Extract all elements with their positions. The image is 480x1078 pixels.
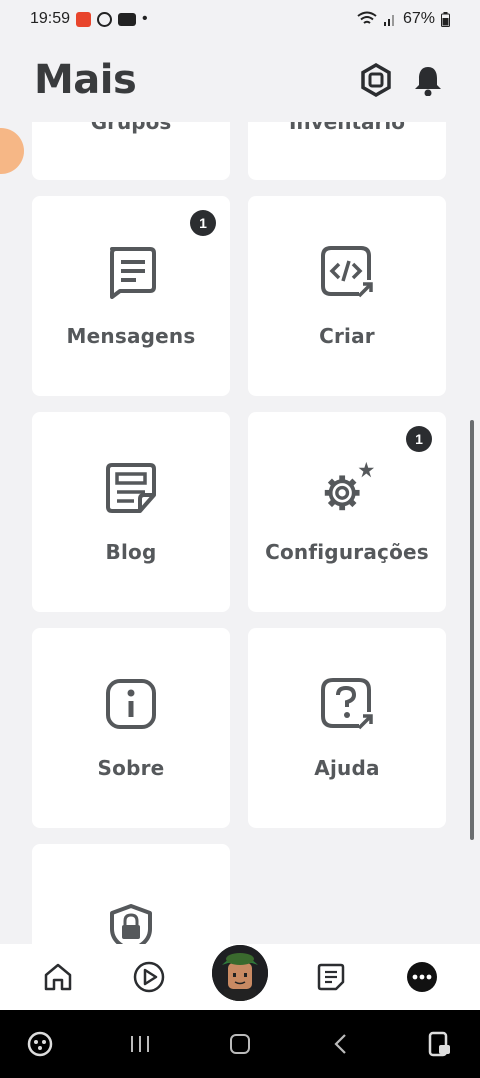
tile-settings-label: Configurações	[265, 540, 429, 564]
signal-icon	[383, 15, 394, 26]
battery-level: 67%	[402, 10, 435, 27]
gear-icon	[324, 461, 375, 511]
tile-settings[interactable]: 1 Configurações	[248, 412, 446, 612]
tile-create-label: Criar	[319, 324, 375, 348]
nav-discover[interactable]	[119, 947, 179, 1007]
lock-shield-icon	[110, 904, 152, 944]
tile-inventory-label: Inventário	[288, 122, 406, 134]
robux-button[interactable]	[358, 62, 394, 98]
notifications-button[interactable]	[410, 62, 446, 98]
whatsapp-icon	[97, 11, 113, 27]
blog-icon	[106, 463, 156, 513]
messages-icon	[110, 247, 156, 299]
bell-icon	[415, 67, 441, 96]
help-icon	[321, 678, 373, 730]
nav-feed[interactable]	[301, 947, 361, 1007]
recent-apps-button[interactable]	[118, 1022, 162, 1066]
tile-parental-controls[interactable]	[32, 844, 230, 944]
more-icon	[407, 962, 438, 992]
accessibility-button[interactable]	[418, 1022, 462, 1066]
tile-messages[interactable]: 1 Mensagens	[32, 196, 230, 396]
tile-groups-label: Grupos	[90, 122, 172, 134]
info-icon	[106, 679, 156, 729]
app-header: Mais	[0, 38, 480, 122]
code-icon	[321, 246, 373, 298]
home-square-icon	[230, 1034, 250, 1054]
home-system-button[interactable]	[218, 1022, 262, 1066]
tile-about[interactable]: Sobre	[32, 628, 230, 828]
bottom-navigation	[0, 944, 480, 1010]
more-menu-grid: Grupos Inventário 1 Mensagens Criar Blog…	[0, 122, 480, 944]
nav-avatar[interactable]	[210, 945, 270, 1007]
gamepad-icon	[27, 1031, 53, 1057]
system-navigation-bar	[0, 1010, 480, 1078]
robux-icon	[361, 63, 391, 97]
page-title: Mais	[34, 57, 137, 103]
more-notifications-dot: •	[142, 10, 148, 27]
tile-blog[interactable]: Blog	[32, 412, 230, 612]
youtube-icon	[118, 12, 137, 26]
back-button[interactable]	[318, 1022, 362, 1066]
play-icon	[133, 961, 165, 993]
wifi-icon	[357, 11, 377, 24]
home-icon	[44, 963, 71, 991]
status-bar: 19:59 • 67%	[0, 0, 480, 38]
avatar	[211, 945, 268, 1001]
scrollbar[interactable]	[470, 420, 474, 840]
settings-badge: 1	[406, 426, 432, 452]
game-tools-button[interactable]	[18, 1022, 62, 1066]
avatar-image	[211, 945, 268, 1001]
nav-more[interactable]	[392, 947, 452, 1007]
recent-apps-icon	[131, 1036, 149, 1052]
tile-groups[interactable]: Grupos	[32, 122, 230, 180]
tile-blog-label: Blog	[105, 540, 157, 564]
screen-lock-icon	[428, 1031, 450, 1057]
tile-help-label: Ajuda	[314, 756, 380, 780]
tile-inventory[interactable]: Inventário	[248, 122, 446, 180]
status-time: 19:59	[30, 10, 71, 27]
tile-messages-label: Mensagens	[66, 324, 196, 348]
feed-icon	[317, 963, 345, 991]
nav-home[interactable]	[28, 947, 88, 1007]
messages-badge: 1	[190, 210, 216, 236]
tile-help[interactable]: Ajuda	[248, 628, 446, 828]
tile-create[interactable]: Criar	[248, 196, 446, 396]
tile-about-label: Sobre	[97, 756, 165, 780]
back-icon	[334, 1034, 346, 1054]
battery-icon	[441, 11, 450, 27]
app-notification-icon	[76, 11, 92, 27]
